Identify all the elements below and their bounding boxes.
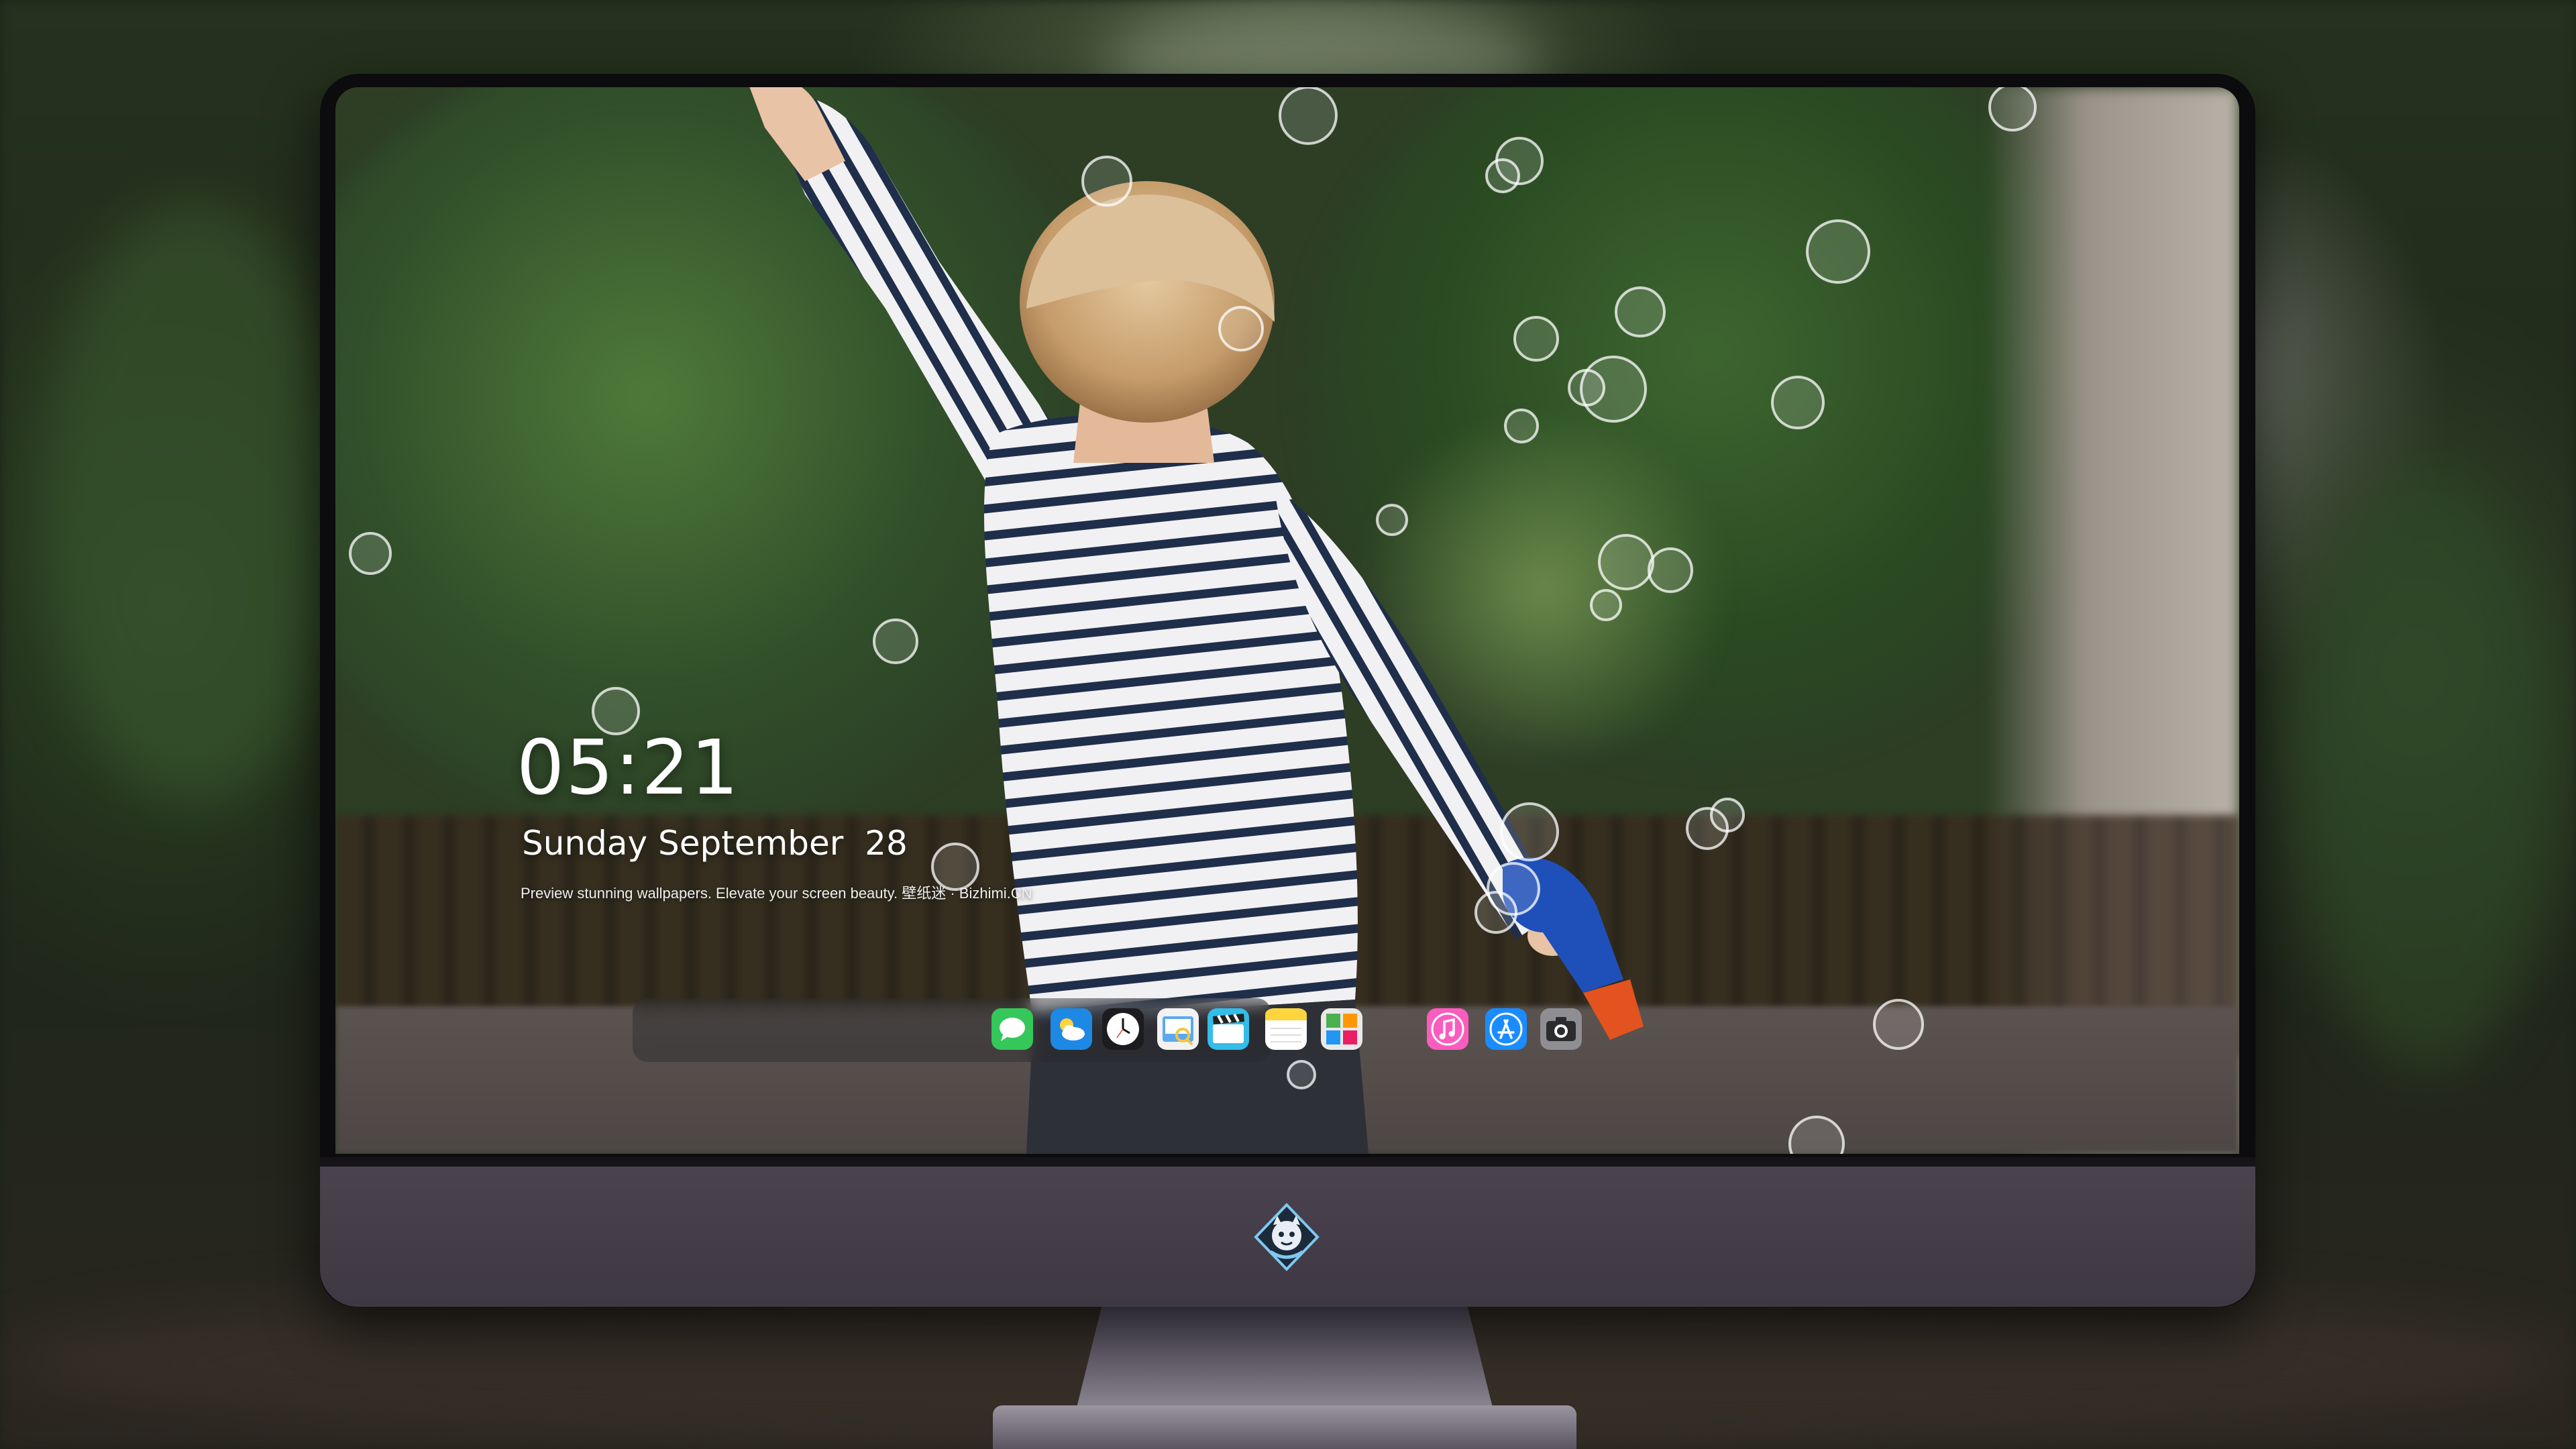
- messages-icon: [991, 1008, 1033, 1050]
- dock-weather[interactable]: [1051, 1008, 1092, 1050]
- weather-icon: [1051, 1008, 1092, 1050]
- dock-notes[interactable]: [1265, 1008, 1307, 1050]
- preview-icon: [1157, 1008, 1199, 1050]
- desktop-stage: 05:21 Sunday September 28 Preview stunni…: [0, 0, 2576, 1449]
- monitor-stand-neck: [1077, 1307, 1493, 1407]
- lock-screen-tagline: Preview stunning wallpapers. Elevate you…: [521, 885, 1032, 902]
- camera-icon: [1540, 1008, 1582, 1050]
- dock-music[interactable]: [1427, 1008, 1468, 1050]
- dock-app-store[interactable]: [1485, 1008, 1527, 1050]
- photo-collage-icon: [1321, 1008, 1362, 1050]
- monitor-stand-base: [993, 1405, 1576, 1449]
- wallpaper-bubbles: [349, 87, 2037, 1154]
- dock-preview[interactable]: [1157, 1008, 1199, 1050]
- dock-clock[interactable]: [1102, 1008, 1144, 1050]
- dock-messages[interactable]: [991, 1008, 1033, 1050]
- clapperboard-icon: [1208, 1008, 1249, 1050]
- dock-photo-booth[interactable]: [1321, 1008, 1362, 1050]
- monitor-chin-divider: [320, 1157, 2255, 1167]
- app-store-icon: [1485, 1008, 1527, 1050]
- lock-screen-time: 05:21: [517, 724, 740, 812]
- background-foliage-left: [40, 201, 349, 805]
- music-icon: [1427, 1008, 1468, 1050]
- monitor-screen: 05:21 Sunday September 28 Preview stunni…: [335, 87, 2239, 1154]
- notes-icon: [1265, 1008, 1307, 1050]
- lock-screen-date: Sunday September 28: [522, 824, 908, 863]
- brand-logo-icon: [1254, 1203, 1320, 1271]
- dock-clips[interactable]: [1208, 1008, 1249, 1050]
- clock-icon: [1102, 1008, 1144, 1050]
- dock-camera[interactable]: [1540, 1008, 1582, 1050]
- background-foliage-right: [2301, 470, 2556, 1073]
